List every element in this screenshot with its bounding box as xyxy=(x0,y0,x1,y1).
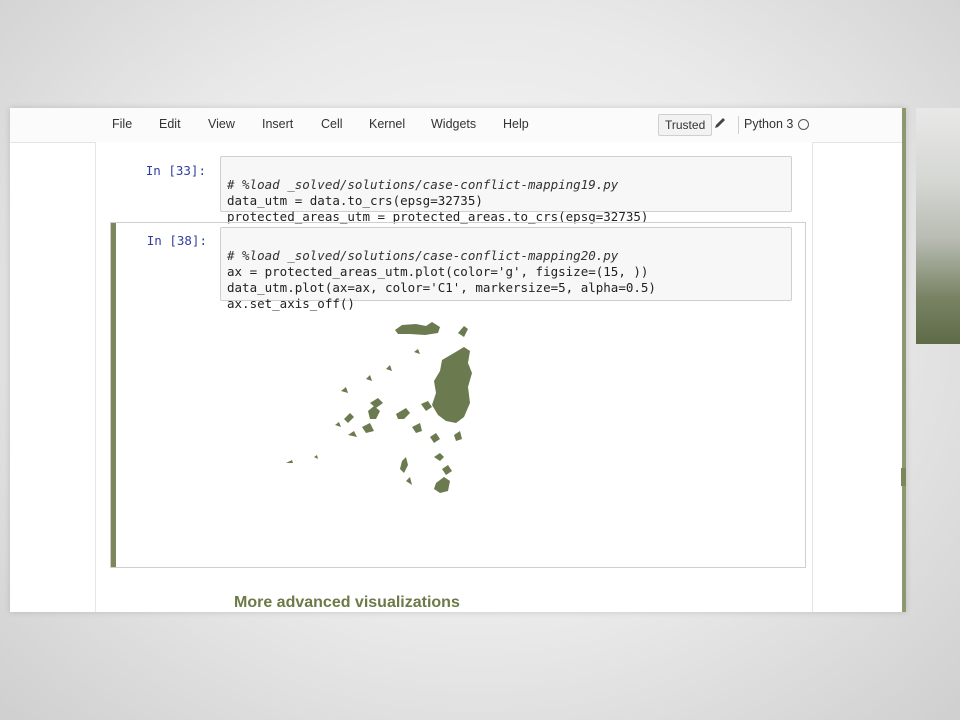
pencil-icon[interactable] xyxy=(713,116,727,130)
protected-area-shape xyxy=(348,431,357,437)
section-heading: More advanced visualizations xyxy=(234,594,460,611)
notebook-container: In [33]: # %load _solved/solutions/case-… xyxy=(96,142,812,612)
kernel-status-icon xyxy=(798,119,809,130)
protected-area-shape xyxy=(362,423,374,433)
menubar: File Edit View Insert Cell Kernel Widget… xyxy=(10,108,902,143)
protected-area-shape xyxy=(421,401,432,411)
code-line: data_utm = data.to_crs(epsg=32735) xyxy=(227,193,483,208)
trusted-button[interactable]: Trusted xyxy=(658,114,713,136)
code-line: data_utm.plot(ax=ax, color='C1', markers… xyxy=(227,280,656,295)
menu-insert[interactable]: Insert xyxy=(262,117,293,131)
protected-area-shape xyxy=(406,477,412,485)
protected-area-shape xyxy=(434,477,450,493)
menu-file[interactable]: File xyxy=(112,117,132,131)
menu-cell[interactable]: Cell xyxy=(321,117,343,131)
protected-area-shape xyxy=(344,413,354,423)
code-editor[interactable]: # %load _solved/solutions/case-conflict-… xyxy=(220,156,792,224)
code-line: # %load _solved/solutions/case-conflict-… xyxy=(227,248,619,263)
code-line: # %load _solved/solutions/case-conflict-… xyxy=(227,177,619,192)
code-cell[interactable]: In [33]: # %load _solved/solutions/case-… xyxy=(96,154,812,224)
protected-area-shape xyxy=(454,431,462,441)
code-line: ax = protected_areas_utm.plot(color='g',… xyxy=(227,264,649,279)
input-prompt: In [38]: xyxy=(146,233,207,248)
protected-area-shape xyxy=(442,465,452,475)
protected-area-shape xyxy=(458,326,468,337)
map-output-plot xyxy=(286,322,472,493)
toolbar-separator xyxy=(738,116,739,134)
code-editor[interactable]: # %load _solved/solutions/case-conflict-… xyxy=(220,227,792,311)
protected-area-shape xyxy=(366,375,372,381)
protected-area-shape xyxy=(395,322,440,335)
background-decoration xyxy=(916,108,960,344)
notebook-window: File Edit View Insert Cell Kernel Widget… xyxy=(10,108,906,612)
protected-area-shape xyxy=(400,457,408,473)
cell-selection-bar xyxy=(111,223,116,567)
protected-area-shape xyxy=(414,349,420,354)
protected-area-shape xyxy=(430,433,440,443)
protected-area-shape xyxy=(314,455,318,459)
protected-area-shape xyxy=(412,423,422,433)
protected-area-shape xyxy=(335,422,341,427)
menu-widgets[interactable]: Widgets xyxy=(431,117,476,131)
menu-help[interactable]: Help xyxy=(503,117,529,131)
kernel-name: Python 3 xyxy=(744,117,794,131)
protected-area-shape xyxy=(370,398,383,408)
menu-kernel[interactable]: Kernel xyxy=(369,117,405,131)
protected-area-shape xyxy=(396,408,410,419)
protected-area-shape xyxy=(341,387,348,393)
protected-area-shape xyxy=(434,453,444,461)
protected-area-shape xyxy=(432,347,472,423)
input-prompt: In [33]: xyxy=(145,163,206,178)
menu-view[interactable]: View xyxy=(208,117,235,131)
protected-area-shape xyxy=(286,460,293,463)
protected-area-shape xyxy=(386,365,392,371)
scrollbar-thumb[interactable] xyxy=(901,468,906,486)
menu-edit[interactable]: Edit xyxy=(159,117,181,131)
protected-area-shape xyxy=(368,406,380,419)
code-cell-selected[interactable]: In [38]: # %load _solved/solutions/case-… xyxy=(110,222,806,568)
window-right-border xyxy=(902,108,906,612)
